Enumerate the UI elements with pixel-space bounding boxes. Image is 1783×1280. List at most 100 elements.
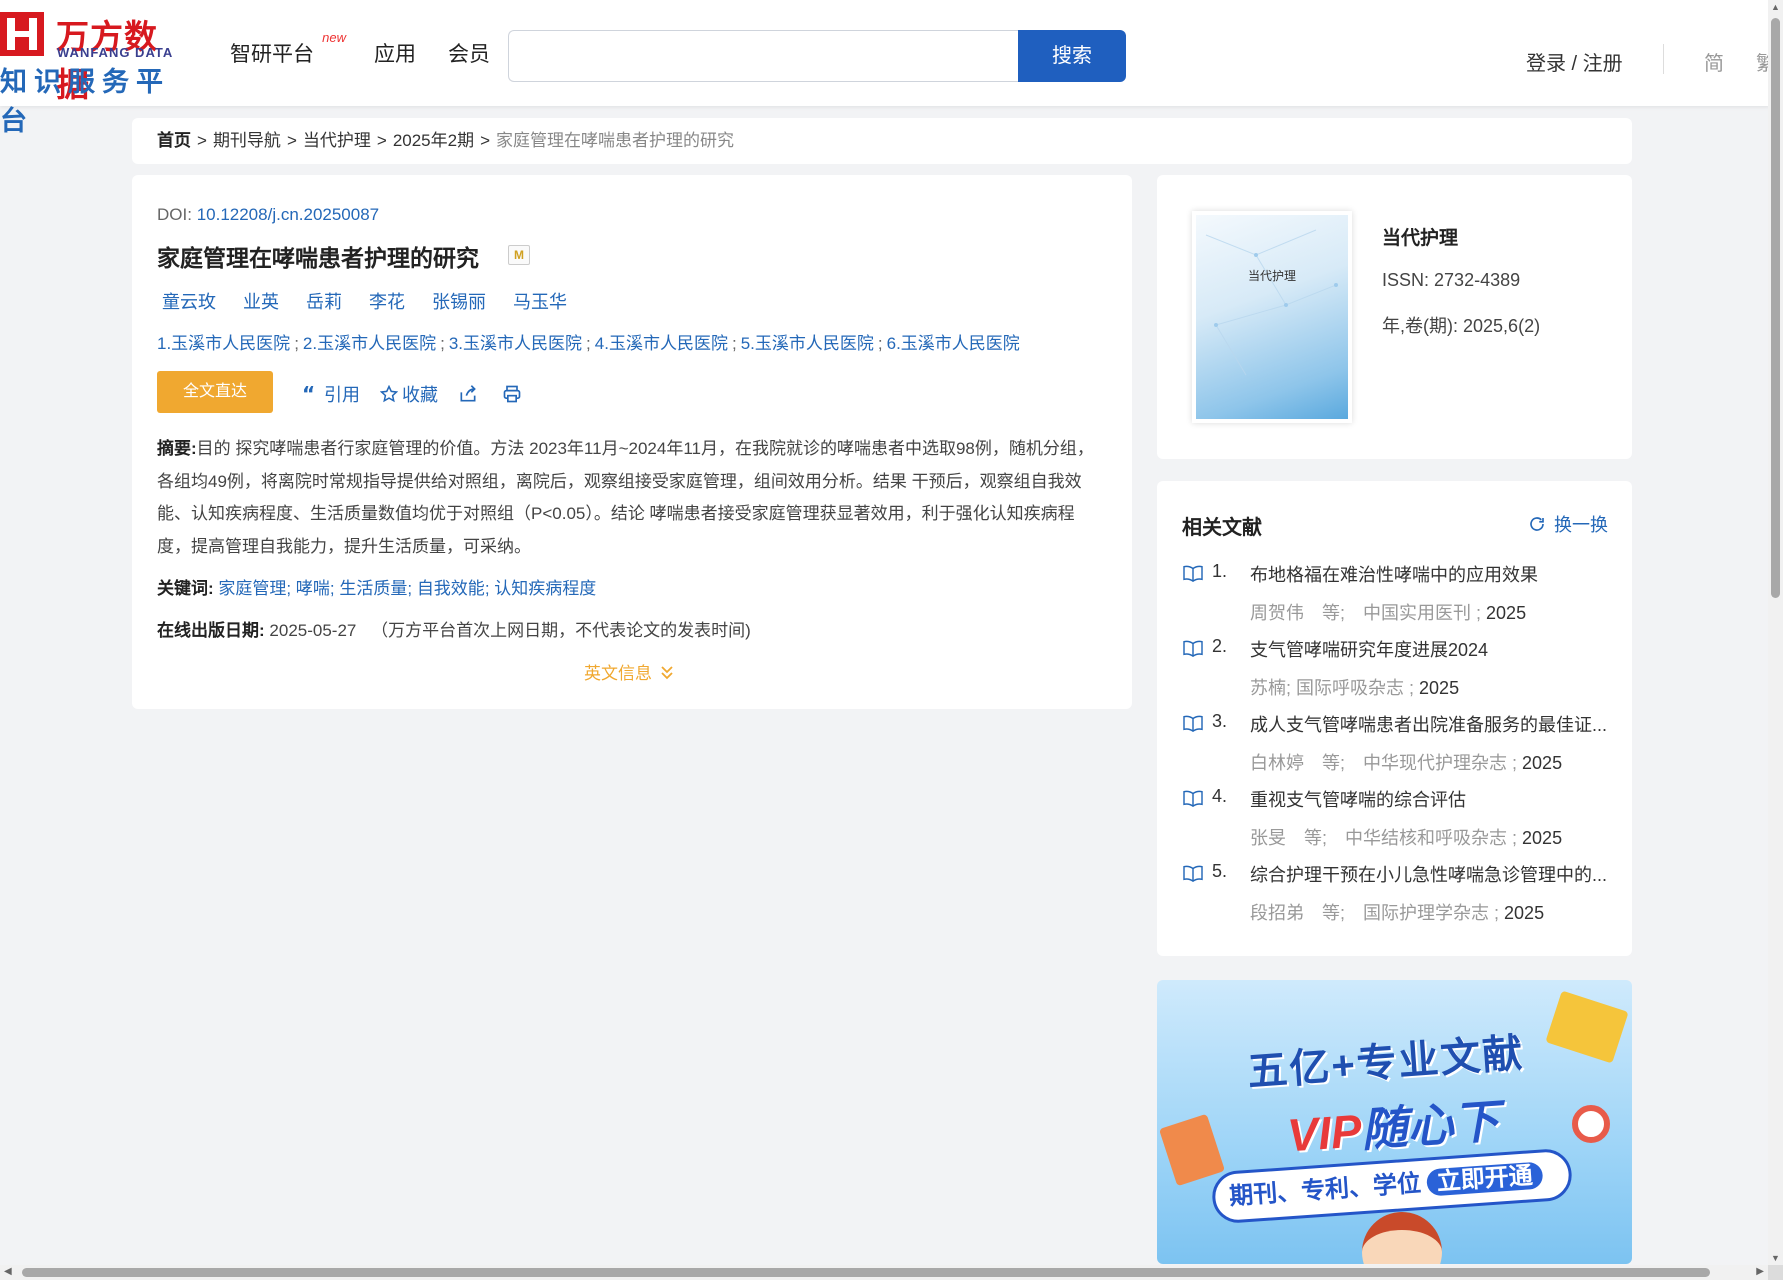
- author-link[interactable]: 李花: [369, 288, 405, 314]
- print-icon: [503, 385, 521, 403]
- list-item[interactable]: 4. 重视支气管哮喘的综合评估 张旻 等; 中华结核和呼吸杂志 ; 2025: [1182, 786, 1612, 861]
- breadcrumb-journal-nav[interactable]: 期刊导航: [213, 131, 281, 150]
- list-item[interactable]: 1. 布地格福在难治性哮喘中的应用效果 周贺伟 等; 中国实用医刊 ; 2025: [1182, 561, 1612, 636]
- item-year: 2025: [1419, 678, 1460, 698]
- book-icon: [1183, 565, 1203, 582]
- fulltext-button[interactable]: 全文直达: [157, 371, 273, 413]
- list-item[interactable]: 3. 成人支气管哮喘患者出院准备服务的最佳证... 白林婷 等; 中华现代护理杂…: [1182, 711, 1612, 786]
- banner-open-button[interactable]: 立即开通: [1425, 1161, 1544, 1197]
- item-meta: 白林婷 等; 中华现代护理杂志 ; 2025: [1250, 749, 1562, 775]
- wanfang-logo[interactable]: 万方数据 WANFANG DATA 知识服务平台: [0, 10, 190, 136]
- new-badge: new: [322, 30, 346, 45]
- refresh-button[interactable]: 换一换: [1528, 511, 1608, 537]
- author-link[interactable]: 童云玫: [162, 288, 216, 314]
- print-button[interactable]: [502, 384, 526, 404]
- horizontal-scroll-thumb[interactable]: [22, 1268, 1710, 1277]
- pubdate-label: 在线出版日期:: [157, 621, 265, 640]
- org-separator: ;: [877, 334, 883, 353]
- organization-link[interactable]: 1.玉溪市人民医院: [157, 334, 290, 353]
- year-label: 年,卷(期):: [1382, 316, 1458, 336]
- keyword-separator: ;: [407, 579, 413, 598]
- banner-pill-text: 期刊、专利、学位: [1228, 1170, 1422, 1211]
- issn-value: 2732-4389: [1434, 270, 1521, 290]
- scroll-right-arrow-icon[interactable]: ▶: [1756, 1266, 1764, 1277]
- item-title[interactable]: 支气管哮喘研究年度进展2024: [1250, 636, 1612, 662]
- breadcrumb-separator: >: [197, 131, 207, 150]
- horizontal-scrollbar[interactable]: ◀ ▶: [0, 1265, 1768, 1280]
- journal-cover[interactable]: 当代护理: [1192, 211, 1352, 423]
- organization-link[interactable]: 4.玉溪市人民医院: [595, 334, 728, 353]
- nav-item-apps[interactable]: 应用: [374, 38, 416, 68]
- keywords: 关键词: 家庭管理; 哮喘; 生活质量; 自我效能; 认知疾病程度: [157, 574, 596, 599]
- item-title[interactable]: 布地格福在难治性哮喘中的应用效果: [1250, 561, 1612, 587]
- item-number: 1.: [1212, 561, 1228, 581]
- decor-open-book-icon: [1545, 990, 1629, 1064]
- item-title[interactable]: 综合护理干预在小儿急性哮喘急诊管理中的...: [1250, 861, 1612, 887]
- search-input[interactable]: [508, 30, 1018, 82]
- doi-link[interactable]: 10.12208/j.cn.20250087: [197, 205, 379, 224]
- scrollbar-corner: [1768, 1265, 1783, 1280]
- organization-link[interactable]: 5.玉溪市人民医院: [741, 334, 874, 353]
- breadcrumb-separator: >: [286, 131, 297, 150]
- journal-volume: 年,卷(期): 2025,6(2): [1382, 312, 1540, 338]
- keyword-link[interactable]: 认知疾病程度: [494, 579, 596, 598]
- nav-item-membership[interactable]: 会员: [448, 38, 490, 68]
- book-icon: [1183, 790, 1203, 807]
- item-number: 5.: [1212, 861, 1228, 881]
- english-info-toggle[interactable]: 英文信息: [584, 659, 674, 684]
- item-title[interactable]: 成人支气管哮喘患者出院准备服务的最佳证...: [1250, 711, 1612, 737]
- double-chevron-down-icon: [661, 665, 673, 679]
- organization-link[interactable]: 6.玉溪市人民医院: [887, 334, 1020, 353]
- scroll-left-arrow-icon[interactable]: ◀: [4, 1266, 12, 1277]
- cite-label: 引用: [324, 385, 360, 405]
- cite-button[interactable]: “ 引用: [302, 381, 360, 407]
- list-item[interactable]: 5. 综合护理干预在小儿急性哮喘急诊管理中的... 段招弟 等; 国际护理学杂志…: [1182, 861, 1612, 936]
- collect-label: 收藏: [402, 385, 438, 405]
- site-header: 万方数据 WANFANG DATA 知识服务平台 智研平台 new 应用 会员 …: [0, 0, 1770, 136]
- share-button[interactable]: [458, 384, 482, 404]
- journal-name[interactable]: 当代护理: [1382, 223, 1458, 250]
- login-register-link[interactable]: 登录 / 注册: [1526, 47, 1623, 76]
- breadcrumb-journal[interactable]: 当代护理: [303, 131, 371, 150]
- keyword-separator: ;: [286, 579, 292, 598]
- vip-banner[interactable]: 五亿+专业文献 VIP随心下 期刊、专利、学位 立即开通: [1157, 980, 1632, 1264]
- list-item[interactable]: 2. 支气管哮喘研究年度进展2024 苏楠; 国际呼吸杂志 ; 2025: [1182, 636, 1612, 711]
- item-meta: 张旻 等; 中华结核和呼吸杂志 ; 2025: [1250, 824, 1562, 850]
- banner-vip: VIP: [1285, 1104, 1364, 1162]
- book-icon: [1183, 640, 1203, 657]
- header-divider: [1663, 44, 1664, 74]
- scroll-up-arrow-icon[interactable]: ▲: [1771, 2, 1780, 12]
- item-title[interactable]: 重视支气管哮喘的综合评估: [1250, 786, 1612, 812]
- breadcrumb-home[interactable]: 首页: [157, 131, 191, 150]
- logo-mark-icon: [0, 12, 44, 56]
- related-literature-card: 相关文献 换一换 1. 布地格福在难治性哮喘中的应用效果 周贺伟 等; 中国实用…: [1157, 481, 1632, 956]
- doi-label: DOI:: [157, 205, 192, 224]
- journal-issn: ISSN: 2732-4389: [1382, 270, 1520, 291]
- keyword-link[interactable]: 家庭管理: [218, 579, 286, 598]
- article-actions: “ 引用 收藏: [302, 381, 546, 407]
- author-link[interactable]: 岳莉: [306, 288, 342, 314]
- item-meta: 周贺伟 等; 中国实用医刊 ; 2025: [1250, 599, 1526, 625]
- author-link[interactable]: 张锡丽: [432, 288, 486, 314]
- author-link[interactable]: 马玉华: [513, 288, 567, 314]
- search-button[interactable]: 搜索: [1018, 30, 1126, 82]
- decor-book-icon: [1158, 1113, 1226, 1187]
- cover-pattern-icon: [1205, 229, 1338, 376]
- vertical-scrollbar[interactable]: ▲ ▼: [1768, 0, 1783, 1265]
- lang-simplified-button[interactable]: 简: [1704, 47, 1724, 76]
- collect-button[interactable]: 收藏: [380, 381, 438, 407]
- keyword-link[interactable]: 自我效能: [417, 579, 485, 598]
- organization-link[interactable]: 2.玉溪市人民医院: [303, 334, 436, 353]
- organization-link[interactable]: 3.玉溪市人民医院: [449, 334, 582, 353]
- vertical-scroll-thumb[interactable]: [1771, 18, 1780, 598]
- scroll-down-arrow-icon[interactable]: ▼: [1771, 1253, 1780, 1263]
- author-link[interactable]: 业英: [243, 288, 279, 314]
- nav-item-label: 会员: [448, 43, 490, 66]
- item-source: 白林婷 等; 中华现代护理杂志 ;: [1250, 753, 1518, 773]
- org-separator: ;: [294, 334, 299, 353]
- keyword-separator: ;: [329, 579, 335, 598]
- breadcrumb-issue[interactable]: 2025年2期: [393, 131, 474, 150]
- keyword-link[interactable]: 哮喘: [296, 579, 330, 598]
- keyword-link[interactable]: 生活质量: [339, 579, 407, 598]
- nav-item-zhiyan[interactable]: 智研平台 new: [230, 30, 346, 68]
